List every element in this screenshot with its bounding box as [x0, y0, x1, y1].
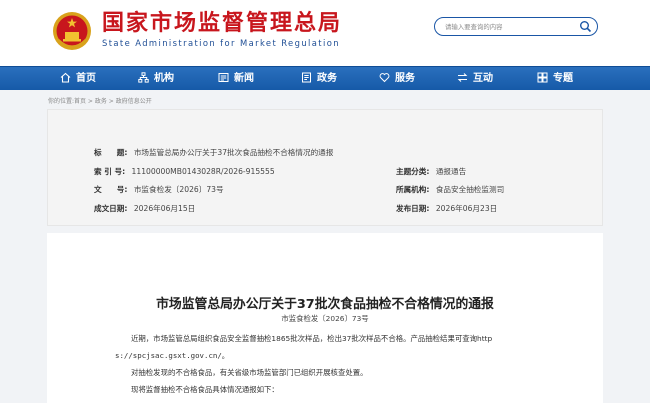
nav-item-topic[interactable]: 专题	[537, 67, 573, 91]
search-icon[interactable]	[579, 20, 592, 33]
info-agency-label: 所属机构:	[396, 185, 430, 194]
affairs-icon	[302, 72, 311, 83]
search-box[interactable]	[434, 17, 598, 36]
info-category-value: 通报通告	[435, 167, 467, 176]
info-title-label: 标 题:	[94, 148, 128, 157]
nav-label: 机构	[154, 73, 174, 84]
article-paragraph-1-cont[interactable]: s://spcjsac.gsxt.gov.cn/。	[115, 350, 229, 361]
main-nav: 首页 机构 新闻 政务 服务 互动 专题	[0, 66, 650, 90]
nav-label: 服务	[395, 73, 415, 84]
nav-item-home[interactable]: 首页	[60, 67, 96, 91]
interact-icon	[457, 73, 468, 82]
nav-label: 互动	[473, 73, 493, 84]
info-docno-value: 市监食检发〔2026〕73号	[133, 185, 224, 194]
nav-item-org[interactable]: 机构	[138, 67, 174, 91]
info-date-row: 成文日期: 2026年06月15日	[94, 203, 195, 214]
article-body: 市场监管总局办公厅关于37批次食品抽检不合格情况的通报 市监食检发〔2026〕7…	[47, 233, 603, 403]
info-index-value: 11100000MB0143028R/2026-915555	[131, 167, 275, 176]
national-emblem-icon	[53, 12, 91, 50]
site-subtitle: State Administration for Market Regulati…	[102, 38, 340, 48]
info-title-value: 市场监管总局办公厅关于37批次食品抽检不合格情况的通报	[133, 148, 334, 157]
article-paragraph-3: 现将监督抽检不合格食品具体情况通报如下：	[131, 385, 279, 394]
search-input[interactable]	[445, 20, 575, 33]
nav-item-service[interactable]: 服务	[379, 67, 415, 91]
info-category-label: 主题分类:	[396, 167, 430, 176]
site-title[interactable]: 国家市场监督管理总局	[102, 11, 342, 37]
info-pubdate-label: 发布日期:	[396, 204, 430, 213]
article-doc-number: 市监食检发〔2026〕73号	[281, 314, 369, 323]
info-docno-label: 文 号:	[94, 185, 128, 194]
breadcrumb[interactable]: 你的位置:首页 > 政务 > 政府信息公开	[48, 96, 152, 105]
nav-label: 首页	[76, 73, 96, 84]
nav-label: 专题	[553, 73, 573, 84]
info-docno-row: 文 号: 市监食检发〔2026〕73号	[94, 184, 224, 195]
article-paragraph-2: 对抽检发现的不合格食品，有关省级市场监管部门已组织开展核查处置。	[131, 368, 368, 377]
info-index-row: 索 引 号: 11100000MB0143028R/2026-915555	[94, 166, 275, 177]
info-category-row: 主题分类: 通报通告	[396, 166, 466, 177]
info-date-value: 2026年06月15日	[133, 204, 196, 213]
site-header: 国家市场监督管理总局 State Administration for Mark…	[0, 0, 650, 66]
nav-label: 新闻	[234, 73, 254, 84]
heart-icon	[379, 73, 390, 83]
nav-item-affairs[interactable]: 政务	[301, 67, 337, 91]
info-pubdate-value: 2026年06月23日	[435, 204, 498, 213]
article-title: 市场监管总局办公厅关于37批次食品抽检不合格情况的通报	[156, 297, 494, 312]
info-agency-row: 所属机构: 食品安全抽检监测司	[396, 184, 504, 195]
info-date-label: 成文日期:	[94, 204, 128, 213]
nav-item-interact[interactable]: 互动	[457, 67, 493, 91]
info-agency-value: 食品安全抽检监测司	[435, 185, 505, 194]
document-info-panel: 标 题: 市场监管总局办公厅关于37批次食品抽检不合格情况的通报 索 引 号: …	[47, 109, 603, 226]
nav-item-news[interactable]: 新闻	[218, 67, 254, 91]
topic-icon	[537, 72, 548, 83]
article-paragraph-1: 近期，市场监管总局组织食品安全监督抽检1865批次样品，检出37批次样品不合格。…	[131, 334, 493, 343]
info-pubdate-row: 发布日期: 2026年06月23日	[396, 203, 497, 214]
nav-label: 政务	[317, 73, 337, 84]
news-icon	[218, 73, 229, 82]
info-title-row: 标 题: 市场监管总局办公厅关于37批次食品抽检不合格情况的通报	[94, 147, 333, 158]
home-icon	[60, 72, 71, 83]
org-icon	[138, 72, 149, 83]
info-index-label: 索 引 号:	[94, 167, 126, 176]
